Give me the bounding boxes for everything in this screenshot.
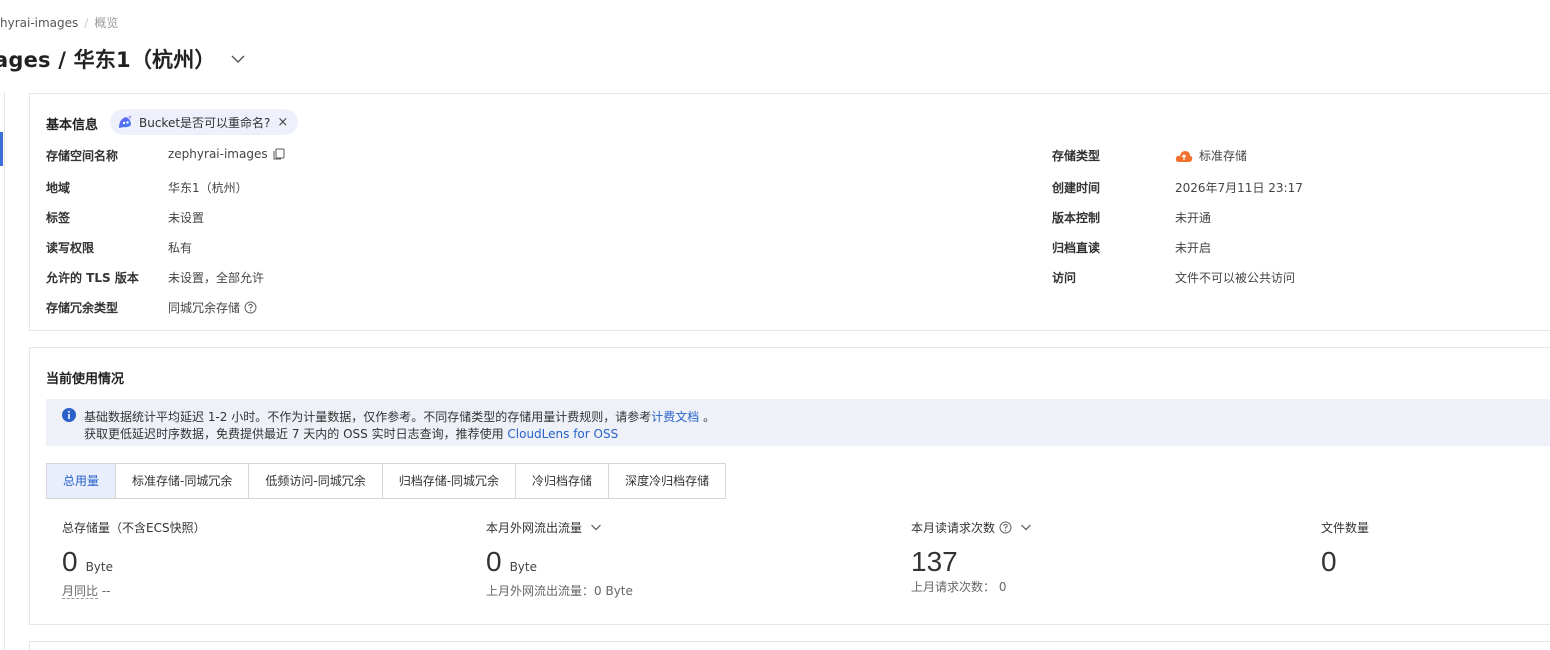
field-access-value: 文件不可以被公共访问 xyxy=(1175,271,1296,285)
billing-doc-link[interactable]: 计费文档 xyxy=(651,410,699,424)
tab-cold-archive[interactable]: 冷归档存储 xyxy=(516,464,610,498)
basic-info-card: 基本信息 Bucket是否可以重命名? × 存储空间名称 zephyrai-im… xyxy=(29,93,1550,331)
breadcrumb-current: 概览 xyxy=(94,16,119,30)
info-icon xyxy=(62,408,76,422)
metric-unit: Byte xyxy=(85,560,113,574)
metric-value: 0 xyxy=(62,546,78,577)
mom-label[interactable]: 月同比 xyxy=(62,584,99,599)
field-storage-class-value: 标准存储 xyxy=(1175,147,1247,164)
tab-deep-cold-archive[interactable]: 深度冷归档存储 xyxy=(609,464,726,498)
tab-archive-lrs[interactable]: 归档存储-同城冗余 xyxy=(382,464,517,498)
page-title: ages / 华东1（杭州） xyxy=(0,48,216,72)
ai-chip-label: Bucket是否可以重命名? xyxy=(139,115,271,130)
field-bucket-name-label: 存储空间名称 xyxy=(46,149,119,163)
field-tags-label: 标签 xyxy=(46,211,71,225)
metric-sub: 上月外网流出流量：0 Byte xyxy=(486,584,633,598)
field-tls-value: 未设置，全部允许 xyxy=(168,271,265,285)
metric-read-requests: 本月读请求次数 137 上月请求次数： 0 xyxy=(911,520,1032,595)
breadcrumb-bucket-link[interactable]: hyrai-images xyxy=(0,16,78,30)
tab-total[interactable]: 总用量 xyxy=(47,464,117,498)
field-versioning-value: 未开通 xyxy=(1175,211,1212,225)
metric-sub: 月同比 -- xyxy=(62,584,111,599)
breadcrumb: hyrai-images / 概览 xyxy=(0,14,118,31)
field-redundancy-value: 同城冗余存储 xyxy=(168,299,257,316)
ai-assistant-icon xyxy=(116,113,134,131)
metric-label: 本月外网流出流量 xyxy=(486,520,633,535)
metric-value: 137 xyxy=(911,546,958,577)
side-nav-active-indicator xyxy=(0,132,3,166)
usage-title: 当前使用情况 xyxy=(46,372,125,387)
field-bucket-name-value: zephyrai-images xyxy=(168,147,285,161)
field-redundancy-label: 存储冗余类型 xyxy=(46,301,119,315)
metric-value: 0 xyxy=(486,546,502,577)
tab-ia-lrs[interactable]: 低频访问-同城冗余 xyxy=(249,464,383,498)
field-versioning-label: 版本控制 xyxy=(1052,211,1101,225)
cloud-storage-icon xyxy=(1175,149,1193,163)
metric-object-count: 文件数量 0 xyxy=(1321,520,1369,578)
tab-standard-lrs[interactable]: 标准存储-同城冗余 xyxy=(116,464,250,498)
field-region-label: 地域 xyxy=(46,181,71,195)
field-archive-direct-read-label: 归档直读 xyxy=(1052,241,1101,255)
field-created-time-label: 创建时间 xyxy=(1052,181,1101,195)
notice-line-1: 基础数据统计平均延迟 1-2 小时。不作为计量数据，仅作参考。不同存储类型的存储… xyxy=(84,410,716,424)
next-section-card xyxy=(29,641,1550,650)
field-tags-value: 未设置 xyxy=(168,211,205,225)
help-icon[interactable] xyxy=(999,521,1012,534)
field-acl-label: 读写权限 xyxy=(46,241,95,255)
metric-sub: 上月请求次数： 0 xyxy=(911,580,1007,594)
cloudlens-link[interactable]: CloudLens for OSS xyxy=(507,427,618,441)
field-access-label: 访问 xyxy=(1052,271,1077,285)
storage-class-tabs: 总用量 标准存储-同城冗余 低频访问-同城冗余 归档存储-同城冗余 冷归档存储 … xyxy=(46,463,727,499)
copy-icon[interactable] xyxy=(273,148,285,160)
ai-question-chip[interactable]: Bucket是否可以重命名? × xyxy=(110,109,299,135)
close-icon[interactable]: × xyxy=(277,115,288,130)
metric-egress-traffic: 本月外网流出流量 0 Byte 上月外网流出流量：0 Byte xyxy=(486,520,633,599)
field-archive-direct-read-value: 未开启 xyxy=(1175,241,1212,255)
chevron-down-icon[interactable] xyxy=(1020,521,1032,533)
chevron-down-icon[interactable] xyxy=(590,521,602,533)
field-created-time-value: 2026年7月11日 23:17 xyxy=(1175,181,1303,195)
metric-value: 0 xyxy=(1321,546,1337,577)
field-acl-value: 私有 xyxy=(168,241,193,255)
page-header: ages / 华东1（杭州） xyxy=(0,44,246,74)
side-nav-divider xyxy=(4,92,5,650)
metric-label: 本月读请求次数 xyxy=(911,520,1032,535)
metric-total-storage: 总存储量（不含ECS快照） 0 Byte 月同比 -- xyxy=(62,520,206,599)
help-icon[interactable] xyxy=(244,301,257,314)
usage-card: 当前使用情况 基础数据统计平均延迟 1-2 小时。不作为计量数据，仅作参考。不同… xyxy=(29,347,1550,625)
breadcrumb-separator: / xyxy=(84,16,89,30)
metric-unit: Byte xyxy=(509,560,537,574)
chevron-down-icon[interactable] xyxy=(230,51,246,67)
metric-label: 文件数量 xyxy=(1321,520,1370,535)
notice-line-2: 获取更低延迟时序数据，免费提供最近 7 天内的 OSS 实时日志查询，推荐使用 … xyxy=(84,427,619,441)
field-storage-class-label: 存储类型 xyxy=(1052,149,1101,163)
metric-label: 总存储量（不含ECS快照） xyxy=(62,520,206,535)
field-tls-label: 允许的 TLS 版本 xyxy=(46,271,139,285)
usage-notice: 基础数据统计平均延迟 1-2 小时。不作为计量数据，仅作参考。不同存储类型的存储… xyxy=(46,399,1550,446)
field-region-value: 华东1（杭州） xyxy=(168,181,248,195)
basic-info-title: 基本信息 xyxy=(46,118,99,133)
